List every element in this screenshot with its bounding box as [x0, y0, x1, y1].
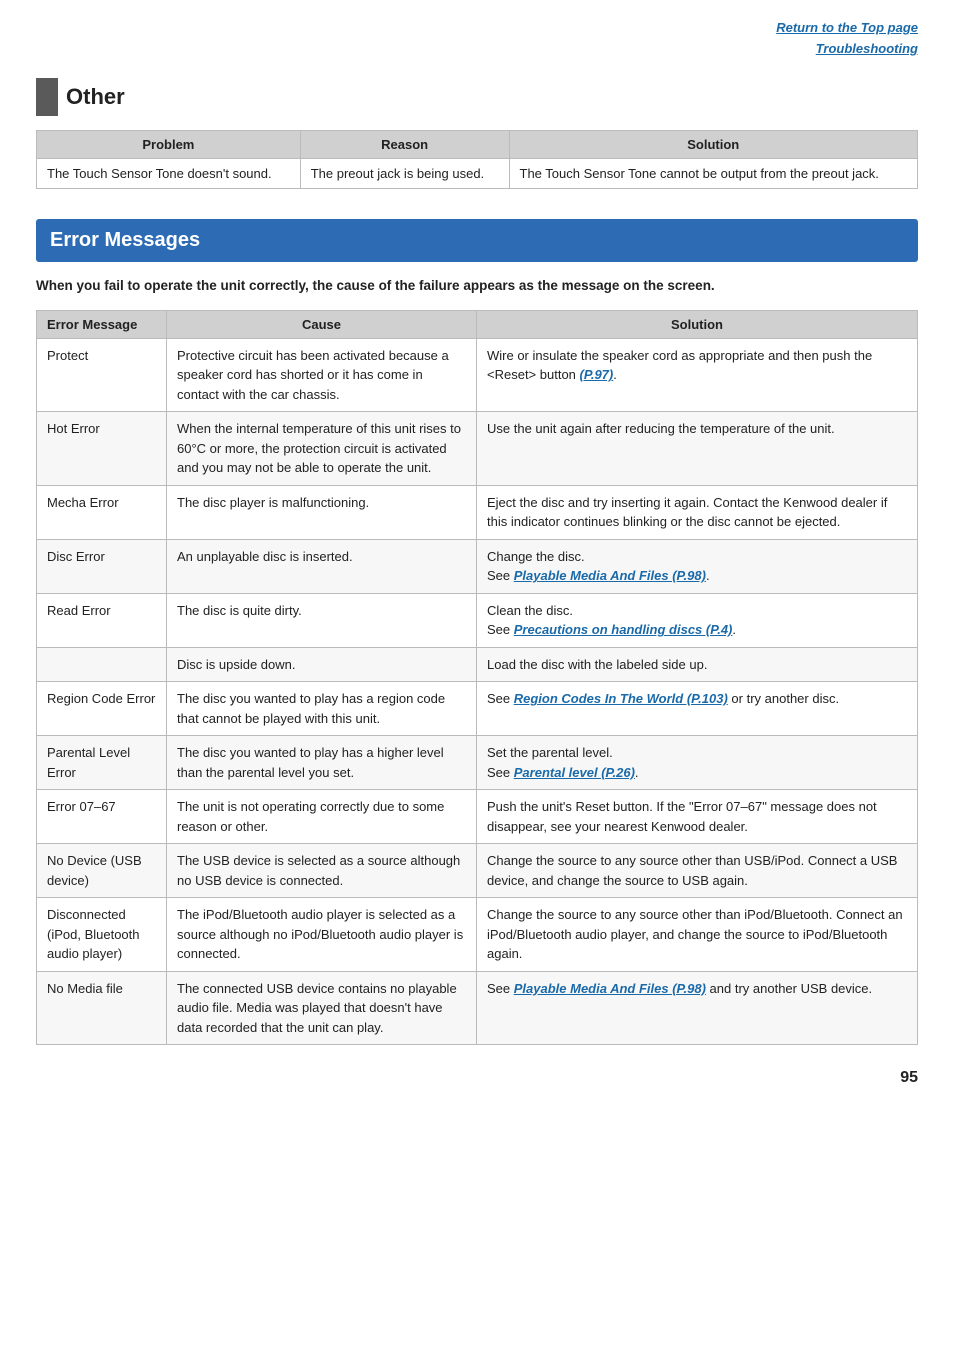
table-row: Disc is upside down.Load the disc with t… [37, 647, 918, 682]
cause-cell: When the internal temperature of this un… [167, 412, 477, 486]
error-message-cell: Hot Error [37, 412, 167, 486]
solution-cell: See Region Codes In The World (P.103) or… [477, 682, 918, 736]
page-number: 95 [36, 1069, 918, 1087]
cause-cell: Disc is upside down. [167, 647, 477, 682]
solution-cell: Load the disc with the labeled side up. [477, 647, 918, 682]
error-message-cell: No Device (USB device) [37, 844, 167, 898]
section-color-bar [36, 78, 58, 116]
return-to-top-link[interactable]: Return to the Top page [776, 20, 918, 35]
table-row: No Device (USB device)The USB device is … [37, 844, 918, 898]
table-row: The Touch Sensor Tone doesn't sound. The… [37, 158, 918, 188]
solution-header: Solution [509, 130, 918, 158]
solution-cell: Clean the disc.See Precautions on handli… [477, 593, 918, 647]
reason-header: Reason [300, 130, 509, 158]
solution-cell: Set the parental level.See Parental leve… [477, 736, 918, 790]
cause-cell: The iPod/Bluetooth audio player is selec… [167, 898, 477, 972]
table-row: Disconnected (iPod, Bluetooth audio play… [37, 898, 918, 972]
table-row: Mecha ErrorThe disc player is malfunctio… [37, 485, 918, 539]
error-message-cell: Parental Level Error [37, 736, 167, 790]
error-message-cell: Region Code Error [37, 682, 167, 736]
table-row: Disc ErrorAn unplayable disc is inserted… [37, 539, 918, 593]
table-row: Read ErrorThe disc is quite dirty.Clean … [37, 593, 918, 647]
solution-cell: Use the unit again after reducing the te… [477, 412, 918, 486]
solution-cell: See Playable Media And Files (P.98) and … [477, 971, 918, 1045]
error-messages-header: Error Messages [36, 219, 918, 262]
cause-cell: The disc you wanted to play has a higher… [167, 736, 477, 790]
top-links: Return to the Top page Troubleshooting [36, 18, 918, 60]
solution-link[interactable]: Region Codes In The World (P.103) [514, 691, 728, 706]
reason-cell: The preout jack is being used. [300, 158, 509, 188]
error-msg-header: Error Message [37, 310, 167, 338]
solution-cell: The Touch Sensor Tone cannot be output f… [509, 158, 918, 188]
table-row: ProtectProtective circuit has been activ… [37, 338, 918, 412]
cause-cell: Protective circuit has been activated be… [167, 338, 477, 412]
other-problem-table: Problem Reason Solution The Touch Sensor… [36, 130, 918, 189]
solution-cell: Push the unit's Reset button. If the "Er… [477, 790, 918, 844]
solution-link[interactable]: Precautions on handling discs (P.4) [514, 622, 733, 637]
solution-cell: Change the source to any source other th… [477, 844, 918, 898]
cause-header: Cause [167, 310, 477, 338]
solution-link[interactable]: Parental level (P.26) [514, 765, 635, 780]
solution-cell: Change the source to any source other th… [477, 898, 918, 972]
error-messages-table: Error Message Cause Solution ProtectProt… [36, 310, 918, 1046]
cause-cell: The disc player is malfunctioning. [167, 485, 477, 539]
table-row: No Media fileThe connected USB device co… [37, 971, 918, 1045]
error-message-cell: Disconnected (iPod, Bluetooth audio play… [37, 898, 167, 972]
cause-cell: The disc you wanted to play has a region… [167, 682, 477, 736]
solution-link[interactable]: Playable Media And Files (P.98) [514, 981, 706, 996]
problem-cell: The Touch Sensor Tone doesn't sound. [37, 158, 301, 188]
error-message-cell [37, 647, 167, 682]
error-message-cell: Read Error [37, 593, 167, 647]
solution-link[interactable]: Playable Media And Files (P.98) [514, 568, 706, 583]
solution-cell: Change the disc.See Playable Media And F… [477, 539, 918, 593]
table-row: Error 07–67The unit is not operating cor… [37, 790, 918, 844]
table-row: Parental Level ErrorThe disc you wanted … [37, 736, 918, 790]
error-message-cell: Disc Error [37, 539, 167, 593]
error-message-cell: Error 07–67 [37, 790, 167, 844]
error-messages-intro: When you fail to operate the unit correc… [36, 276, 918, 296]
cause-cell: An unplayable disc is inserted. [167, 539, 477, 593]
solution-cell: Eject the disc and try inserting it agai… [477, 485, 918, 539]
solution-link[interactable]: (P.97) [580, 367, 614, 382]
solution-header-err: Solution [477, 310, 918, 338]
cause-cell: The USB device is selected as a source a… [167, 844, 477, 898]
table-row: Region Code ErrorThe disc you wanted to … [37, 682, 918, 736]
other-section-title: Other [36, 78, 918, 116]
cause-cell: The unit is not operating correctly due … [167, 790, 477, 844]
cause-cell: The disc is quite dirty. [167, 593, 477, 647]
problem-header: Problem [37, 130, 301, 158]
error-message-cell: Protect [37, 338, 167, 412]
error-messages-title: Error Messages [50, 229, 200, 251]
other-title-text: Other [66, 84, 125, 110]
error-message-cell: No Media file [37, 971, 167, 1045]
troubleshooting-link[interactable]: Troubleshooting [816, 41, 918, 56]
cause-cell: The connected USB device contains no pla… [167, 971, 477, 1045]
error-message-cell: Mecha Error [37, 485, 167, 539]
table-row: Hot ErrorWhen the internal temperature o… [37, 412, 918, 486]
solution-cell: Wire or insulate the speaker cord as app… [477, 338, 918, 412]
